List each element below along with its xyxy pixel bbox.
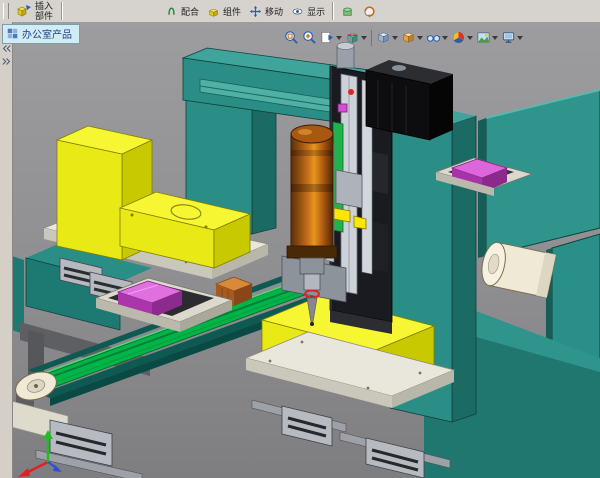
edit-appearance-button[interactable]	[450, 29, 474, 46]
mate-icon	[168, 7, 175, 15]
zoom-to-area-icon	[303, 31, 316, 44]
collapse-arrows-icon[interactable]	[2, 44, 11, 53]
insert-component-button[interactable]: 插入 部件	[11, 0, 58, 22]
toolbar-button-label: 显示	[307, 6, 326, 17]
chevron-down-icon	[517, 35, 523, 40]
white-roller-cylinder[interactable]	[478, 240, 556, 298]
panel-handle-icon[interactable]	[1, 57, 11, 66]
toolbar-separator	[61, 2, 63, 20]
zoom-to-fit-button[interactable]	[283, 29, 300, 46]
feature-manager-strip[interactable]	[0, 22, 13, 478]
toolbar-separator	[371, 29, 372, 46]
toolbar-button-mate[interactable]: 配合	[161, 0, 203, 22]
hide-show-items-icon	[426, 35, 441, 42]
assembly-features-icon	[342, 7, 352, 16]
edit-appearance-icon	[452, 31, 465, 44]
hide-show-items-button[interactable]	[425, 29, 449, 46]
chevron-down-icon	[361, 35, 367, 40]
view-orientation-button[interactable]	[375, 29, 399, 46]
view-settings-button[interactable]	[500, 29, 524, 46]
toolbar-button-component[interactable]: 组件	[203, 0, 245, 22]
tab-icon	[7, 28, 18, 39]
graphics-area[interactable]: 办公室产品	[0, 22, 600, 478]
zoom-to-fit-icon	[285, 31, 298, 44]
toolbar-drag-handle[interactable]	[3, 3, 9, 19]
toolbar-button-move[interactable]: 移动	[245, 0, 287, 22]
insert-component-label-2: 部件	[35, 11, 54, 21]
previous-view-button[interactable]	[319, 29, 343, 46]
insert-component-label-1: 插入	[35, 1, 54, 11]
app-window: 插入 部件 配合 组件 移动 显示 办公室产品	[0, 0, 600, 478]
top-toolbar: 插入 部件 配合 组件 移动 显示	[0, 0, 600, 23]
display-style-icon	[403, 32, 414, 43]
display-style-button[interactable]	[400, 29, 424, 46]
chevron-down-icon	[467, 35, 473, 40]
motion-study-button[interactable]	[358, 0, 380, 22]
component-icon	[208, 8, 219, 17]
section-view-button[interactable]	[344, 29, 368, 46]
model-viewport-scene[interactable]	[0, 22, 600, 478]
heads-up-view-toolbar	[283, 29, 524, 46]
insert-component-icon	[17, 5, 31, 17]
toolbar-button-show[interactable]: 显示	[287, 0, 329, 22]
document-tab-label: 办公室产品	[22, 30, 72, 41]
motion-study-icon	[364, 5, 375, 18]
chevron-down-icon	[492, 35, 498, 40]
floor-linear-rails-left[interactable]	[0, 397, 143, 478]
move-component-icon	[249, 5, 262, 17]
document-tab[interactable]: 办公室产品	[2, 24, 80, 44]
chevron-down-icon	[417, 35, 423, 40]
chevron-down-icon	[442, 35, 448, 40]
apply-scene-button[interactable]	[475, 29, 499, 46]
view-settings-icon	[502, 32, 515, 43]
toolbar-button-label: 组件	[223, 6, 242, 17]
zoom-to-area-button[interactable]	[301, 29, 318, 46]
apply-scene-icon	[477, 32, 490, 43]
toolbar-button-label: 配合	[181, 6, 200, 17]
toolbar-separator	[332, 2, 334, 20]
previous-view-icon	[321, 31, 334, 44]
show-hide-icon	[292, 8, 303, 14]
chevron-down-icon	[336, 35, 342, 40]
section-view-icon	[347, 33, 358, 44]
chevron-down-icon	[392, 35, 398, 40]
assembly-features-button[interactable]	[336, 0, 358, 22]
toolbar-button-label: 移动	[265, 6, 284, 17]
view-orientation-icon	[378, 32, 389, 43]
